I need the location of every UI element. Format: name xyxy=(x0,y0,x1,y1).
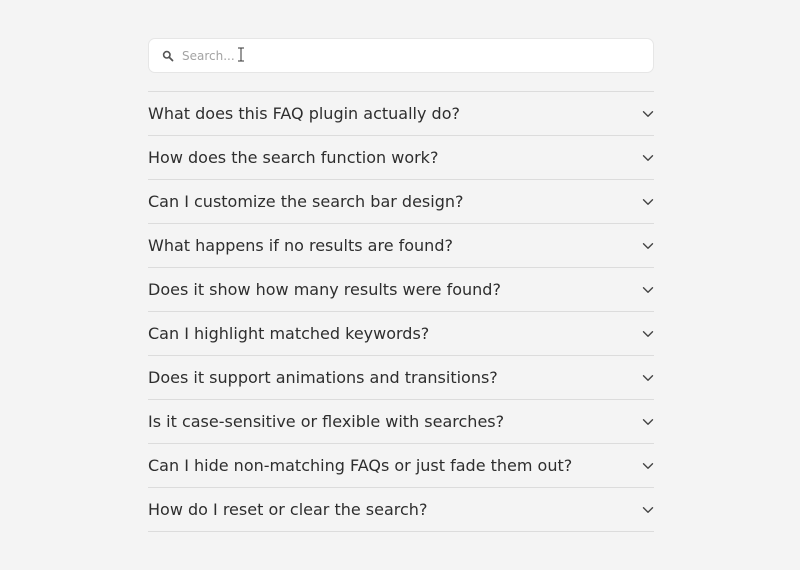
faq-item[interactable]: What happens if no results are found? xyxy=(148,224,654,268)
chevron-down-icon xyxy=(642,287,654,294)
chevron-down-icon xyxy=(642,419,654,426)
faq-item[interactable]: Can I hide non-matching FAQs or just fad… xyxy=(148,444,654,488)
chevron-down-icon xyxy=(642,243,654,250)
faq-item[interactable]: Does it support animations and transitio… xyxy=(148,356,654,400)
faq-question: How does the search function work? xyxy=(148,148,439,167)
faq-list: What does this FAQ plugin actually do? H… xyxy=(148,91,654,532)
faq-question: What happens if no results are found? xyxy=(148,236,453,255)
faq-item[interactable]: Can I highlight matched keywords? xyxy=(148,312,654,356)
faq-item[interactable]: Does it show how many results were found… xyxy=(148,268,654,312)
faq-question: Does it support animations and transitio… xyxy=(148,368,498,387)
faq-container: What does this FAQ plugin actually do? H… xyxy=(148,38,654,532)
faq-item[interactable]: How do I reset or clear the search? xyxy=(148,488,654,532)
chevron-down-icon xyxy=(642,463,654,470)
chevron-down-icon xyxy=(642,199,654,206)
chevron-down-icon xyxy=(642,155,654,162)
faq-item[interactable]: Can I customize the search bar design? xyxy=(148,180,654,224)
faq-item[interactable]: Is it case-sensitive or flexible with se… xyxy=(148,400,654,444)
faq-question: Can I highlight matched keywords? xyxy=(148,324,430,343)
chevron-down-icon xyxy=(642,111,654,118)
search-bar[interactable] xyxy=(148,38,654,73)
faq-item[interactable]: What does this FAQ plugin actually do? xyxy=(148,92,654,136)
faq-question: Does it show how many results were found… xyxy=(148,280,501,299)
text-cursor-icon xyxy=(238,47,244,62)
faq-question: What does this FAQ plugin actually do? xyxy=(148,104,460,123)
faq-question: Can I hide non-matching FAQs or just fad… xyxy=(148,456,573,475)
faq-question: Is it case-sensitive or flexible with se… xyxy=(148,412,505,431)
chevron-down-icon xyxy=(642,507,654,514)
search-input[interactable] xyxy=(182,39,632,72)
search-icon xyxy=(162,50,174,62)
chevron-down-icon xyxy=(642,375,654,382)
faq-question: How do I reset or clear the search? xyxy=(148,500,428,519)
chevron-down-icon xyxy=(642,331,654,338)
faq-item[interactable]: How does the search function work? xyxy=(148,136,654,180)
faq-question: Can I customize the search bar design? xyxy=(148,192,464,211)
